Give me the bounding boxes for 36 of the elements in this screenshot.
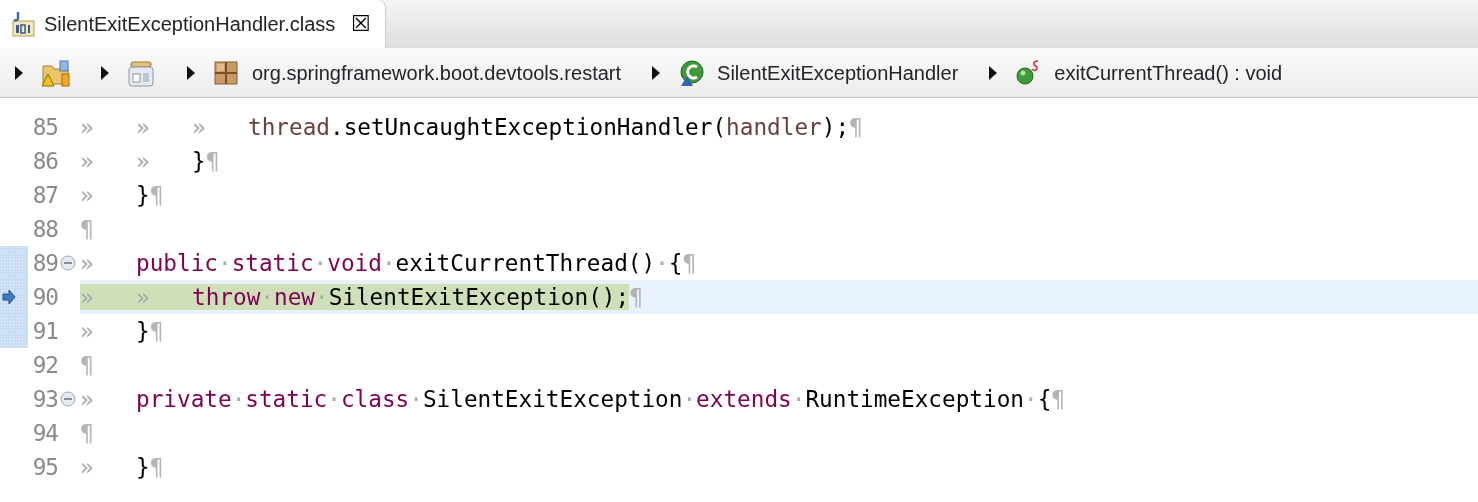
code-line: ¶: [80, 215, 95, 244]
line-number: 94: [31, 419, 58, 448]
breadcrumb-item[interactable]: org.springframework.boot.devtools.restart: [212, 57, 622, 88]
code-line: ¶: [80, 419, 95, 448]
code-line: » }¶: [80, 453, 165, 482]
code-line: » }¶: [80, 181, 165, 210]
line-number: 95: [31, 453, 58, 482]
breadcrumb-item[interactable]: SilentExitExceptionHandler: [677, 57, 959, 88]
editor-tab[interactable]: SilentExitExceptionHandler.class ☒: [0, 0, 387, 48]
class-file-icon: [10, 10, 36, 38]
code-line: » private·static·class·SilentExitException·extends·RuntimeException·{¶: [80, 385, 1066, 414]
code-line: » }¶: [80, 317, 165, 346]
expand-arrow-icon: [651, 64, 662, 81]
collapse-icon[interactable]: [60, 391, 76, 407]
line-number: 85: [31, 113, 58, 142]
code-line: » public·static·void·exitCurrentThread()·{¶: [80, 249, 698, 278]
line-number: 89: [31, 249, 58, 278]
expand-arrow-icon: [186, 64, 196, 81]
project-folder-icon: [40, 57, 70, 88]
tab-title: SilentExitExceptionHandler.class: [44, 12, 336, 37]
line-number: 93: [31, 385, 58, 414]
expand-arrow-icon: [988, 64, 999, 81]
code-line: » » » thread.setUncaughtExceptionHandler(handler);¶: [80, 113, 864, 142]
line-number: 86: [31, 147, 58, 176]
code-line: » » }¶: [80, 147, 221, 176]
close-button[interactable]: ☒: [343, 13, 372, 35]
line-number: 92: [31, 351, 58, 380]
line-number: 88: [31, 215, 58, 244]
line-number: 91: [31, 317, 58, 346]
line-number: 90: [31, 283, 58, 312]
collapse-icon[interactable]: [60, 255, 76, 271]
expand-arrow-icon: [14, 64, 24, 81]
code-line: ¶: [80, 351, 95, 380]
expand-arrow-icon: [100, 64, 110, 81]
line-number: 87: [31, 181, 58, 210]
breadcrumb-item[interactable]: exitCurrentThread() : void: [1014, 57, 1283, 88]
